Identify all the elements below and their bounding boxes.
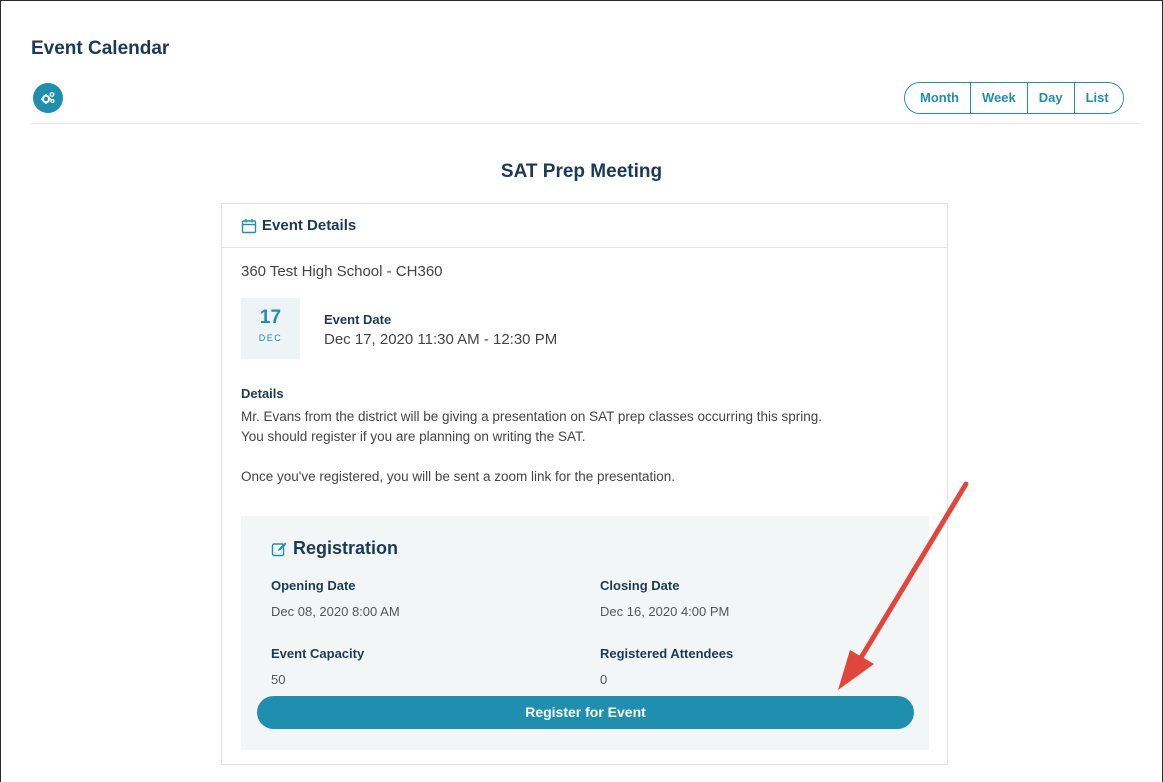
view-switcher: Month Week Day List [904, 82, 1124, 114]
header-divider [31, 123, 1139, 124]
details-line-2: You should register if you are planning … [241, 429, 586, 444]
date-badge-month: DEC [258, 333, 283, 343]
registration-title-label: Registration [293, 538, 399, 558]
event-date-label: Event Date [324, 312, 392, 327]
edit-icon [271, 542, 287, 556]
view-list-button[interactable]: List [1073, 83, 1123, 113]
settings-button[interactable] [33, 83, 63, 113]
closing-date-label: Closing Date [600, 578, 680, 593]
date-badge: 17 DEC [241, 298, 300, 359]
view-day-button[interactable]: Day [1026, 83, 1074, 113]
calendar-icon [241, 218, 257, 233]
event-details-card: Event Details 360 Test High School - CH3… [221, 203, 948, 765]
event-capacity-value: 50 [271, 672, 286, 687]
details-label: Details [241, 386, 284, 401]
view-week-button[interactable]: Week [969, 83, 1027, 113]
opening-date-label: Opening Date [271, 578, 356, 593]
closing-date-value: Dec 16, 2020 4:00 PM [600, 604, 730, 619]
event-title: SAT Prep Meeting [500, 161, 663, 182]
registration-title: Registration [271, 538, 398, 559]
details-line-1: Mr. Evans from the district will be givi… [241, 409, 823, 424]
card-header-label: Event Details [262, 217, 357, 234]
details-line-3: Once you've registered, you will be sent… [241, 469, 676, 484]
view-month-button[interactable]: Month [905, 83, 970, 113]
register-for-event-button[interactable]: Register for Event [257, 696, 914, 729]
opening-date-value: Dec 08, 2020 8:00 AM [271, 604, 400, 619]
gears-icon [41, 92, 55, 104]
date-badge-day: 17 [259, 307, 282, 328]
event-capacity-label: Event Capacity [271, 646, 365, 661]
registered-attendees-value: 0 [600, 672, 608, 687]
event-location: 360 Test High School - CH360 [241, 263, 443, 280]
page-title: Event Calendar [31, 38, 170, 59]
event-date-value: Dec 17, 2020 11:30 AM - 12:30 PM [324, 331, 558, 348]
card-header: Event Details [222, 204, 947, 248]
registration-panel: Registration Opening Date Dec 08, 2020 8… [241, 516, 929, 750]
registered-attendees-label: Registered Attendees [600, 646, 734, 661]
